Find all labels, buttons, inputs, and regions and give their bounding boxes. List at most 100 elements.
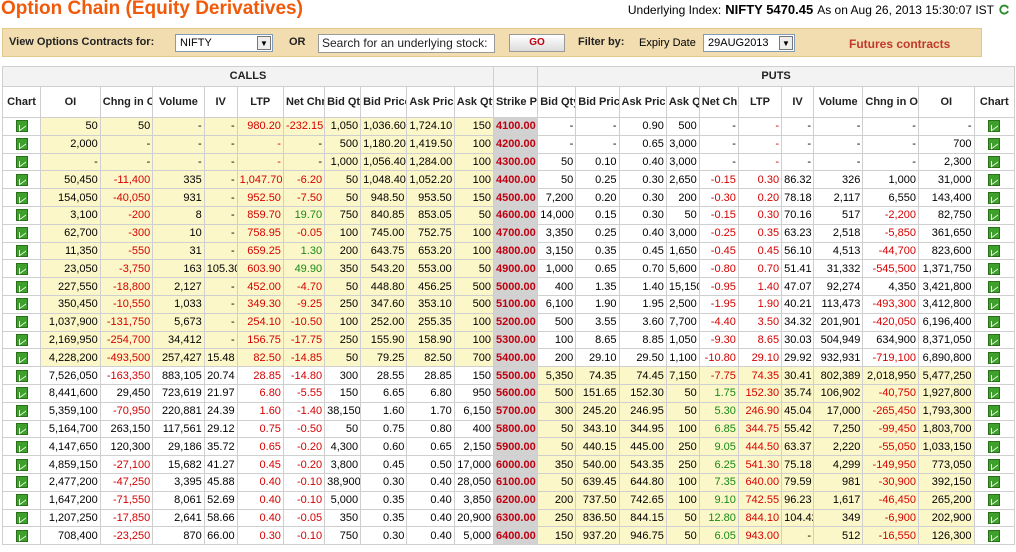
put-chart-cell[interactable] xyxy=(973,348,1016,368)
chart-icon[interactable] xyxy=(15,369,28,382)
chart-icon[interactable] xyxy=(988,262,1001,275)
chart-icon[interactable] xyxy=(988,120,1001,133)
strike-price-cell[interactable]: 5200.00 xyxy=(492,312,539,332)
symbol-select[interactable]: NIFTY ▼ xyxy=(175,34,273,52)
put-chart-cell[interactable] xyxy=(973,472,1016,492)
call-chart-cell[interactable] xyxy=(1,152,42,172)
chart-icon[interactable] xyxy=(988,316,1001,329)
call-chart-cell[interactable] xyxy=(1,508,42,528)
call-chart-cell[interactable] xyxy=(1,277,42,296)
strike-price-cell[interactable]: 4100.00 xyxy=(492,117,539,136)
call-chart-cell[interactable] xyxy=(1,348,42,368)
put-chart-cell[interactable] xyxy=(973,490,1016,510)
chart-icon[interactable] xyxy=(988,440,1001,453)
call-chart-cell[interactable] xyxy=(1,134,42,154)
strike-price-cell[interactable]: 4900.00 xyxy=(492,259,539,279)
call-chart-cell[interactable] xyxy=(1,312,42,332)
chart-icon[interactable] xyxy=(988,280,1001,293)
put-chart-cell[interactable] xyxy=(973,366,1016,385)
chart-icon[interactable] xyxy=(988,298,1001,311)
chevron-down-icon[interactable]: ▼ xyxy=(779,36,793,50)
call-chart-cell[interactable] xyxy=(1,241,42,261)
chart-icon[interactable] xyxy=(15,280,28,293)
call-chart-cell[interactable] xyxy=(1,455,42,474)
chart-icon[interactable] xyxy=(15,245,28,258)
chart-icon[interactable] xyxy=(15,316,28,329)
call-chart-cell[interactable] xyxy=(1,188,42,207)
strike-price-cell[interactable]: 4500.00 xyxy=(492,188,539,207)
put-chart-cell[interactable] xyxy=(973,205,1016,225)
call-chart-cell[interactable] xyxy=(1,205,42,225)
strike-price-cell[interactable]: 4200.00 xyxy=(492,134,539,154)
put-chart-cell[interactable] xyxy=(973,152,1016,172)
call-chart-cell[interactable] xyxy=(1,294,42,314)
go-button[interactable]: GO xyxy=(509,34,565,52)
chart-icon[interactable] xyxy=(15,422,28,435)
refresh-icon[interactable] xyxy=(998,4,1010,16)
put-chart-cell[interactable] xyxy=(973,117,1016,136)
chart-icon[interactable] xyxy=(988,458,1001,471)
chart-icon[interactable] xyxy=(15,120,28,133)
strike-price-cell[interactable]: 4800.00 xyxy=(492,241,539,261)
chart-icon[interactable] xyxy=(988,511,1001,524)
strike-price-cell[interactable]: 5400.00 xyxy=(492,348,539,368)
chart-icon[interactable] xyxy=(15,191,28,204)
put-chart-cell[interactable] xyxy=(973,223,1016,243)
strike-price-cell[interactable]: 4600.00 xyxy=(492,205,539,225)
chart-icon[interactable] xyxy=(988,138,1001,151)
strike-price-cell[interactable]: 5100.00 xyxy=(492,294,539,314)
call-chart-cell[interactable] xyxy=(1,366,42,385)
chart-icon[interactable] xyxy=(988,529,1001,542)
chart-icon[interactable] xyxy=(15,156,28,169)
chart-icon[interactable] xyxy=(15,138,28,151)
chart-icon[interactable] xyxy=(988,191,1001,204)
strike-price-cell[interactable]: 5900.00 xyxy=(492,437,539,457)
chart-icon[interactable] xyxy=(988,405,1001,418)
chart-icon[interactable] xyxy=(15,440,28,453)
chart-icon[interactable] xyxy=(988,173,1001,186)
underlying-search-input[interactable]: Search for an underlying stock: xyxy=(318,34,495,53)
put-chart-cell[interactable] xyxy=(973,312,1016,332)
put-chart-cell[interactable] xyxy=(973,437,1016,457)
chart-icon[interactable] xyxy=(15,351,28,364)
chart-icon[interactable] xyxy=(15,387,28,400)
put-chart-cell[interactable] xyxy=(973,330,1016,350)
call-chart-cell[interactable] xyxy=(1,259,42,279)
put-chart-cell[interactable] xyxy=(973,455,1016,474)
put-chart-cell[interactable] xyxy=(973,419,1016,439)
chart-icon[interactable] xyxy=(988,369,1001,382)
strike-price-cell[interactable]: 5700.00 xyxy=(492,401,539,421)
call-chart-cell[interactable] xyxy=(1,526,42,546)
chart-icon[interactable] xyxy=(15,511,28,524)
chart-icon[interactable] xyxy=(15,458,28,471)
put-chart-cell[interactable] xyxy=(973,383,1016,403)
strike-price-cell[interactable]: 6300.00 xyxy=(492,508,539,528)
chart-icon[interactable] xyxy=(988,422,1001,435)
chart-icon[interactable] xyxy=(988,494,1001,507)
chart-icon[interactable] xyxy=(988,387,1001,400)
put-chart-cell[interactable] xyxy=(973,526,1016,546)
put-chart-cell[interactable] xyxy=(973,277,1016,296)
call-chart-cell[interactable] xyxy=(1,419,42,439)
call-chart-cell[interactable] xyxy=(1,437,42,457)
strike-price-cell[interactable]: 6200.00 xyxy=(492,490,539,510)
put-chart-cell[interactable] xyxy=(973,134,1016,154)
strike-price-cell[interactable]: 6100.00 xyxy=(492,472,539,492)
chart-icon[interactable] xyxy=(15,227,28,240)
strike-price-cell[interactable]: 4700.00 xyxy=(492,223,539,243)
put-chart-cell[interactable] xyxy=(973,401,1016,421)
chart-icon[interactable] xyxy=(15,494,28,507)
strike-price-cell[interactable]: 6400.00 xyxy=(492,526,539,546)
strike-price-cell[interactable]: 5000.00 xyxy=(492,277,539,296)
call-chart-cell[interactable] xyxy=(1,330,42,350)
put-chart-cell[interactable] xyxy=(973,170,1016,190)
call-chart-cell[interactable] xyxy=(1,383,42,403)
call-chart-cell[interactable] xyxy=(1,401,42,421)
chart-icon[interactable] xyxy=(988,476,1001,489)
put-chart-cell[interactable] xyxy=(973,294,1016,314)
chart-icon[interactable] xyxy=(15,405,28,418)
chart-icon[interactable] xyxy=(15,298,28,311)
chart-icon[interactable] xyxy=(988,334,1001,346)
put-chart-cell[interactable] xyxy=(973,259,1016,279)
call-chart-cell[interactable] xyxy=(1,490,42,510)
